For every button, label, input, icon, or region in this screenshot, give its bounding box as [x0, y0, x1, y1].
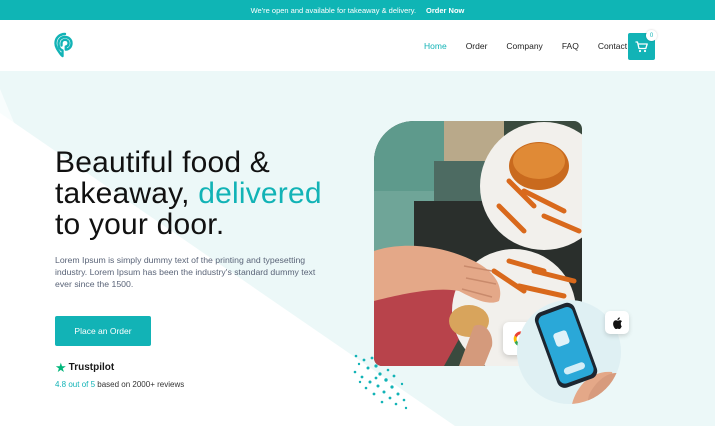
main-menu: Home Order Company FAQ Contact	[424, 41, 646, 51]
trustpilot-logo[interactable]: ★ Trustpilot	[55, 361, 114, 374]
trustpilot-label: Trustpilot	[68, 362, 115, 373]
headline-accent-word: delivered	[198, 177, 322, 210]
nav-item-home[interactable]: Home	[424, 41, 447, 51]
cart-icon	[635, 40, 648, 52]
announcement-text: We're open and available for takeaway & …	[250, 5, 417, 15]
nav-item-order[interactable]: Order	[466, 41, 488, 51]
star-icon: ★	[55, 360, 67, 375]
hero-description: Lorem Ipsum is simply dummy text of the …	[55, 255, 316, 289]
headline-line-3: to your door.	[55, 208, 225, 241]
apple-icon	[612, 316, 622, 329]
order-now-link[interactable]: Order Now	[426, 6, 464, 15]
hero-headline: Beautiful food & takeaway, delivered to …	[55, 147, 385, 240]
nav-item-faq[interactable]: FAQ	[562, 41, 579, 51]
rating-text: 4.8 out of 5 based on 2000+ reviews	[55, 380, 184, 389]
place-order-button[interactable]: Place an Order	[55, 316, 151, 346]
headline-line-2: takeaway,	[55, 177, 190, 210]
nav-item-contact[interactable]: Contact	[598, 41, 627, 51]
header-nav: Home Order Company FAQ Contact 0	[0, 20, 715, 71]
decorative-dots	[350, 352, 414, 412]
logo-icon[interactable]	[53, 32, 77, 58]
rating-score: 4.8 out of 5	[55, 380, 96, 389]
app-store-button[interactable]	[605, 311, 629, 334]
cart-count-badge: 0	[646, 30, 657, 41]
rating-reviews: based on 2000+ reviews	[97, 380, 185, 389]
nav-item-company[interactable]: Company	[506, 41, 542, 51]
announcement-bar: We're open and available for takeaway & …	[0, 0, 715, 20]
headline-line-1: Beautiful food &	[55, 146, 271, 179]
